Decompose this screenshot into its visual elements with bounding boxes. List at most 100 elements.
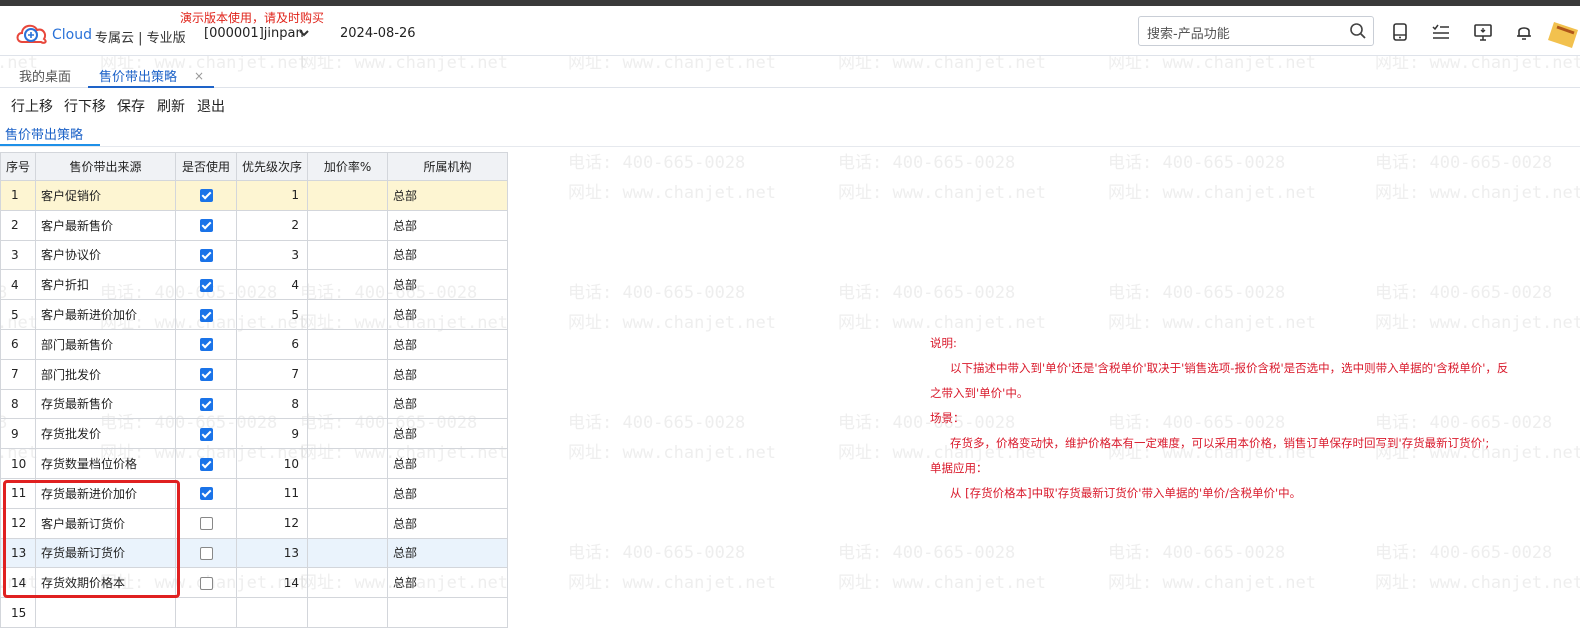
cell-org[interactable]: 总部 bbox=[387, 507, 509, 539]
cell-source[interactable]: 存货最新订货价 bbox=[35, 537, 177, 569]
table-row[interactable]: 15 bbox=[0, 597, 509, 628]
cell-markup[interactable] bbox=[307, 180, 389, 211]
cell-no[interactable]: 12 bbox=[0, 507, 37, 539]
cell-source[interactable]: 存货效期价格本 bbox=[35, 567, 177, 599]
exit-button[interactable]: 退出 bbox=[197, 96, 225, 116]
checkbox-checked[interactable] bbox=[199, 338, 213, 352]
checkbox-checked[interactable] bbox=[199, 368, 213, 382]
cell-priority[interactable]: 9 bbox=[236, 418, 309, 450]
cell-priority[interactable]: 10 bbox=[236, 448, 309, 479]
cell-no[interactable]: 6 bbox=[0, 328, 37, 360]
col-header-source[interactable]: 售价带出来源 bbox=[35, 152, 177, 181]
cell-priority[interactable]: 3 bbox=[236, 239, 309, 271]
cell-enabled[interactable] bbox=[175, 299, 238, 330]
cell-priority[interactable]: 8 bbox=[236, 388, 309, 420]
cell-no[interactable]: 3 bbox=[0, 239, 37, 271]
cell-org[interactable]: 总部 bbox=[387, 537, 509, 569]
cell-no[interactable]: 5 bbox=[0, 299, 37, 330]
tab-price-strategy[interactable]: 售价带出策略 × bbox=[88, 66, 214, 88]
table-row[interactable]: 9 存货批发价 9 总部 bbox=[0, 418, 509, 450]
cell-org[interactable]: 总部 bbox=[387, 358, 509, 390]
table-row[interactable]: 6 部门最新售价 6 总部 bbox=[0, 328, 509, 360]
table-row[interactable]: 7 部门批发价 7 总部 bbox=[0, 358, 509, 390]
mobile-icon[interactable] bbox=[1390, 22, 1410, 42]
cell-source[interactable]: 客户折扣 bbox=[35, 269, 177, 301]
cell-no[interactable]: 15 bbox=[0, 597, 37, 628]
cloud-logo-icon[interactable] bbox=[14, 20, 50, 46]
checkbox-checked[interactable] bbox=[199, 219, 213, 233]
checkbox-checked[interactable] bbox=[199, 308, 213, 322]
cell-markup[interactable] bbox=[307, 269, 389, 301]
cell-enabled[interactable] bbox=[175, 269, 238, 301]
cell-source[interactable]: 客户最新订货价 bbox=[35, 507, 177, 539]
cell-enabled[interactable] bbox=[175, 477, 238, 509]
move-row-down-button[interactable]: 行下移 bbox=[64, 96, 106, 116]
cell-no[interactable]: 13 bbox=[0, 537, 37, 569]
cell-priority[interactable]: 2 bbox=[236, 209, 309, 241]
cell-enabled[interactable] bbox=[175, 358, 238, 390]
cell-markup[interactable] bbox=[307, 507, 389, 539]
cell-org[interactable]: 总部 bbox=[387, 418, 509, 450]
cell-priority[interactable]: 12 bbox=[236, 507, 309, 539]
table-row[interactable]: 12 客户最新订货价 12 总部 bbox=[0, 507, 509, 539]
cell-source[interactable]: 存货最新售价 bbox=[35, 388, 177, 420]
cell-enabled[interactable] bbox=[175, 448, 238, 479]
cell-source[interactable]: 客户最新售价 bbox=[35, 209, 177, 241]
checkbox-unchecked[interactable] bbox=[199, 576, 213, 590]
table-row[interactable]: 2 客户最新售价 2 总部 bbox=[0, 209, 509, 241]
table-row[interactable]: 10 存货数量档位价格 10 总部 bbox=[0, 448, 509, 479]
cell-org[interactable]: 总部 bbox=[387, 567, 509, 599]
search-icon[interactable] bbox=[1349, 22, 1367, 40]
cell-org[interactable]: 总部 bbox=[387, 209, 509, 241]
cell-priority[interactable] bbox=[236, 597, 309, 628]
demo-notice[interactable]: 演示版本使用，请及时购买 bbox=[180, 9, 324, 26]
cell-enabled[interactable] bbox=[175, 388, 238, 420]
cell-priority[interactable]: 7 bbox=[236, 358, 309, 390]
col-header-markup[interactable]: 加价率% bbox=[307, 152, 389, 181]
col-header-priority[interactable]: 优先级次序 bbox=[236, 152, 309, 181]
table-row[interactable]: 3 客户协议价 3 总部 bbox=[0, 239, 509, 271]
cell-org[interactable] bbox=[387, 597, 509, 628]
cell-no[interactable]: 4 bbox=[0, 269, 37, 301]
cell-enabled[interactable] bbox=[175, 239, 238, 271]
cell-markup[interactable] bbox=[307, 597, 389, 628]
cell-source[interactable]: 存货数量档位价格 bbox=[35, 448, 177, 479]
cell-markup[interactable] bbox=[307, 328, 389, 360]
account-selector[interactable]: [000001]jinpan bbox=[204, 26, 304, 41]
checkbox-checked[interactable] bbox=[199, 278, 213, 292]
chevron-down-icon[interactable] bbox=[298, 27, 310, 39]
cell-enabled[interactable] bbox=[175, 597, 238, 628]
cell-priority[interactable]: 6 bbox=[236, 328, 309, 360]
move-row-up-button[interactable]: 行上移 bbox=[11, 96, 53, 116]
cell-enabled[interactable] bbox=[175, 328, 238, 360]
cell-no[interactable]: 7 bbox=[0, 358, 37, 390]
table-row[interactable]: 8 存货最新售价 8 总部 bbox=[0, 388, 509, 420]
cell-markup[interactable] bbox=[307, 448, 389, 479]
search-box[interactable]: 搜索-产品功能 bbox=[1138, 16, 1374, 46]
cell-org[interactable]: 总部 bbox=[387, 299, 509, 330]
checkbox-unchecked[interactable] bbox=[199, 546, 213, 560]
cell-org[interactable]: 总部 bbox=[387, 388, 509, 420]
table-row[interactable]: 5 客户最新进价加价 5 总部 bbox=[0, 299, 509, 330]
bell-icon[interactable] bbox=[1514, 22, 1534, 42]
cell-enabled[interactable] bbox=[175, 507, 238, 539]
cell-priority[interactable]: 11 bbox=[236, 477, 309, 509]
col-header-no[interactable]: 序号 bbox=[0, 152, 37, 181]
close-icon[interactable]: × bbox=[194, 69, 204, 83]
save-button[interactable]: 保存 bbox=[117, 96, 145, 116]
cell-no[interactable]: 2 bbox=[0, 209, 37, 241]
cell-markup[interactable] bbox=[307, 388, 389, 420]
cell-org[interactable]: 总部 bbox=[387, 328, 509, 360]
checkbox-unchecked[interactable] bbox=[199, 517, 213, 531]
promo-badge-icon[interactable] bbox=[1548, 18, 1580, 48]
table-row[interactable]: 13 存货最新订货价 13 总部 bbox=[0, 537, 509, 569]
feedback-icon[interactable] bbox=[1473, 22, 1493, 42]
cell-priority[interactable]: 13 bbox=[236, 537, 309, 569]
cell-markup[interactable] bbox=[307, 299, 389, 330]
cell-source[interactable] bbox=[35, 597, 177, 628]
cell-markup[interactable] bbox=[307, 567, 389, 599]
cell-no[interactable]: 1 bbox=[0, 180, 37, 211]
table-row[interactable]: 14 存货效期价格本 14 总部 bbox=[0, 567, 509, 599]
cell-enabled[interactable] bbox=[175, 418, 238, 450]
cell-markup[interactable] bbox=[307, 209, 389, 241]
